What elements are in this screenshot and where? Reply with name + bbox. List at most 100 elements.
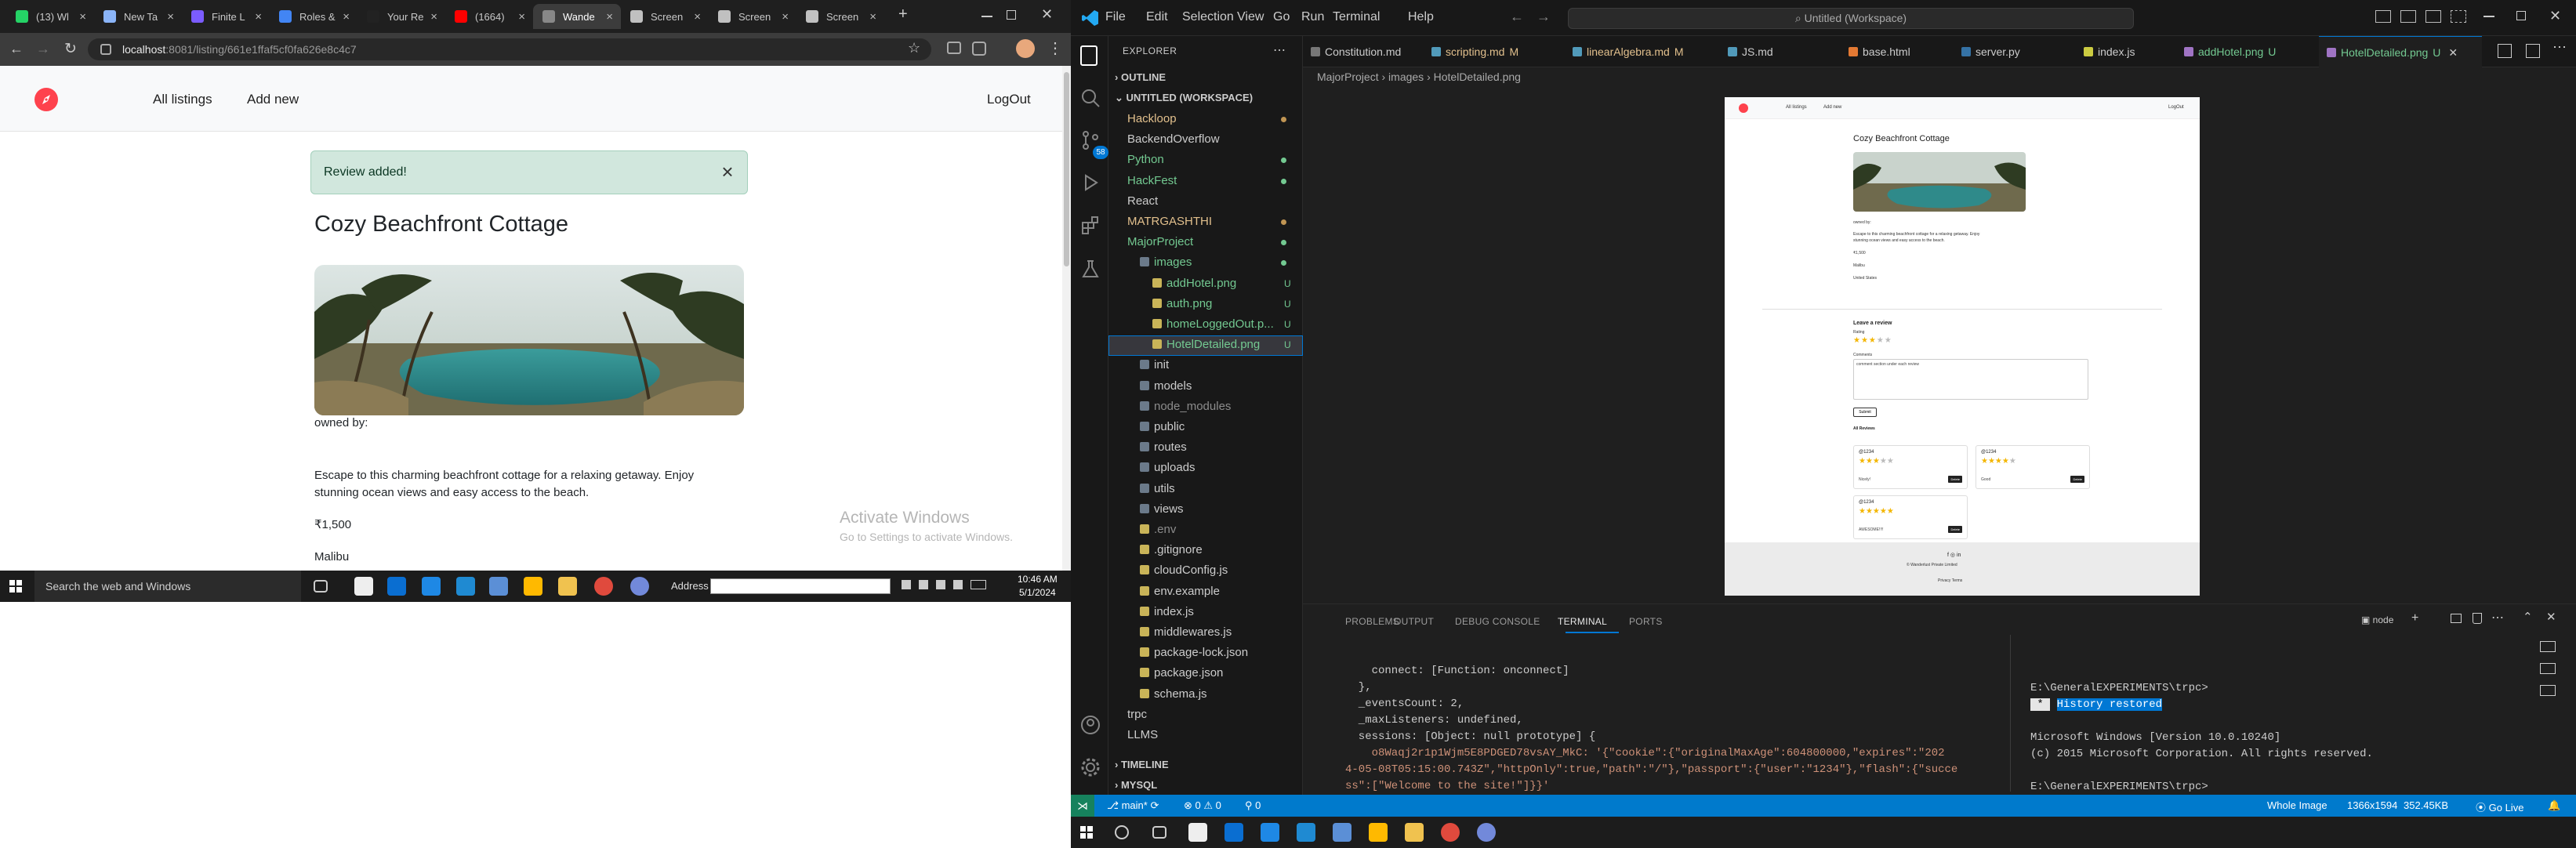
tree-item[interactable]: package.json xyxy=(1140,663,1301,683)
menu-run[interactable]: Run xyxy=(1301,10,1324,24)
tree-item[interactable]: Python xyxy=(1127,150,1301,170)
menu-selection[interactable]: Selection xyxy=(1182,10,1234,24)
tree-item[interactable]: index.js xyxy=(1140,602,1301,622)
app-taskbar-icon[interactable] xyxy=(524,577,542,596)
tree-item[interactable]: trpc xyxy=(1127,705,1301,725)
tree-item[interactable]: homeLoggedOut.p... U xyxy=(1152,314,1301,335)
windows-start-icon[interactable] xyxy=(1080,826,1093,839)
timeline-section[interactable]: › TIMELINE xyxy=(1115,759,1169,770)
close-tab-icon[interactable]: × xyxy=(167,10,174,24)
nav-all-listings[interactable]: All listings xyxy=(153,92,212,107)
vscode-taskbar-icon[interactable] xyxy=(1297,823,1315,842)
git-branch[interactable]: ⎇ main* ⟳ xyxy=(1107,799,1159,812)
terminal-instance-icon[interactable] xyxy=(2540,663,2556,674)
tree-item[interactable]: HotelDetailed.png U xyxy=(1152,335,1301,355)
file-explorer-icon[interactable] xyxy=(1405,823,1424,842)
volume-icon[interactable] xyxy=(919,580,928,589)
panel-more-icon[interactable]: ⋯ xyxy=(2491,610,2504,625)
chrome-taskbar-icon[interactable] xyxy=(1441,823,1460,842)
close-window-icon[interactable]: ✕ xyxy=(1041,6,1053,23)
run-debug-icon[interactable] xyxy=(1080,172,1101,193)
menu-kebab-icon[interactable]: ⋮ xyxy=(1047,38,1063,58)
workspace-section[interactable]: ⌄ UNTITLED (WORKSPACE) xyxy=(1115,92,1253,104)
tree-item[interactable]: init xyxy=(1140,355,1301,375)
tree-item[interactable]: HackFest xyxy=(1127,171,1301,191)
menu-view[interactable]: View xyxy=(1237,10,1264,24)
search-icon[interactable] xyxy=(1080,88,1101,108)
panel-tab-debug-console[interactable]: DEBUG CONSOLE xyxy=(1455,616,1540,627)
tree-item[interactable]: auth.png U xyxy=(1152,294,1301,314)
editor-tab[interactable]: JS.md xyxy=(1720,36,1836,67)
extensions-icon[interactable] xyxy=(972,42,986,56)
extensions-icon[interactable] xyxy=(1080,215,1101,235)
network-icon[interactable] xyxy=(902,580,911,589)
close-tab-icon[interactable]: × xyxy=(782,10,789,24)
page-scrollbar-thumb[interactable] xyxy=(1064,72,1069,266)
new-tab-icon[interactable]: + xyxy=(898,5,908,24)
tree-item[interactable]: LLMS xyxy=(1127,725,1301,745)
outlook-icon[interactable] xyxy=(387,577,406,596)
tree-item[interactable]: env.example xyxy=(1140,582,1301,602)
nav-logout[interactable]: LogOut xyxy=(987,92,1031,107)
profile-avatar[interactable] xyxy=(1016,39,1035,58)
tree-item[interactable]: addHotel.png U xyxy=(1152,274,1301,294)
close-alert-icon[interactable]: × xyxy=(717,161,738,183)
address-toolbar-input[interactable] xyxy=(710,578,891,594)
editor-tab[interactable]: Constitution.md xyxy=(1303,36,1419,67)
browser-tab[interactable]: New Ta × xyxy=(94,4,182,29)
problems-indicator[interactable]: ⊗ 0 ⚠ 0 xyxy=(1184,799,1221,812)
discord-taskbar-icon[interactable] xyxy=(630,577,649,596)
tree-item[interactable]: MATRGASHTHI xyxy=(1127,212,1301,232)
taskbar-clock[interactable]: 10:46 AM 5/1/2024 xyxy=(1018,573,1058,600)
tree-item[interactable]: .env xyxy=(1140,520,1301,540)
mysql-section[interactable]: › MYSQL xyxy=(1115,779,1157,791)
remote-indicator-icon[interactable]: ⋊ xyxy=(1071,795,1094,817)
close-tab-icon[interactable]: ✕ xyxy=(2448,46,2458,59)
tree-item[interactable]: routes xyxy=(1140,437,1301,458)
panel-tab-problems[interactable]: PROBLEMS xyxy=(1345,616,1399,627)
app-taskbar-icon[interactable] xyxy=(1369,823,1388,842)
editor-tab[interactable]: HotelDetailed.png U ✕ xyxy=(2319,36,2482,67)
back-icon[interactable]: ← xyxy=(9,41,24,57)
store-icon[interactable] xyxy=(354,577,373,596)
toggle-panel-icon[interactable] xyxy=(2400,10,2416,23)
tree-item[interactable]: MajorProject xyxy=(1127,232,1301,252)
breadcrumb-item[interactable]: images xyxy=(1388,71,1424,83)
tree-item[interactable]: views xyxy=(1140,499,1301,520)
panel-tab-terminal[interactable]: TERMINAL xyxy=(1558,616,1607,627)
task-view-icon[interactable] xyxy=(314,580,328,593)
command-center-search[interactable]: ⌕ Untitled (Workspace) xyxy=(1568,8,2134,29)
menu-help[interactable]: Help xyxy=(1408,10,1434,24)
breadcrumb-item[interactable]: HotelDetailed.png xyxy=(1434,71,1521,83)
editor-tab[interactable]: base.html xyxy=(1841,36,1949,67)
app-taskbar-icon[interactable] xyxy=(1333,823,1351,842)
vscode-taskbar-icon[interactable] xyxy=(456,577,475,596)
terminal-instance-icon[interactable] xyxy=(2540,641,2556,652)
close-panel-icon[interactable]: ✕ xyxy=(2546,610,2556,624)
tree-item[interactable]: utils xyxy=(1140,479,1301,499)
panel-tab-ports[interactable]: PORTS xyxy=(1629,616,1663,627)
calculator-icon[interactable] xyxy=(1261,823,1279,842)
editor-tab[interactable]: index.js xyxy=(2076,36,2171,67)
toggle-secondary-sidebar-icon[interactable] xyxy=(2425,10,2441,23)
go-live-button[interactable]: ⦿ Go Live xyxy=(2476,799,2523,814)
file-explorer-icon[interactable] xyxy=(558,577,577,596)
keyboard-icon[interactable] xyxy=(971,580,986,589)
browser-tab[interactable]: Finite L × xyxy=(182,4,270,29)
maximize-panel-icon[interactable]: ⌃ xyxy=(2523,610,2533,624)
app-taskbar-icon[interactable] xyxy=(489,577,508,596)
forward-icon[interactable]: → xyxy=(36,41,50,57)
menu-edit[interactable]: Edit xyxy=(1146,10,1168,24)
menu-go[interactable]: Go xyxy=(1273,10,1290,24)
browser-tab[interactable]: (13) Wl × xyxy=(6,4,94,29)
calculator-icon[interactable] xyxy=(422,577,441,596)
terminal-instance-icon[interactable] xyxy=(2540,685,2556,696)
ports-indicator[interactable]: ⚲ 0 xyxy=(1245,799,1261,812)
breadcrumb-item[interactable]: MajorProject xyxy=(1317,71,1379,83)
browser-tab[interactable]: Screen × xyxy=(796,4,884,29)
explorer-more-icon[interactable]: ⋯ xyxy=(1273,42,1286,58)
split-editor-icon[interactable] xyxy=(2526,44,2540,58)
close-tab-icon[interactable]: × xyxy=(869,10,876,24)
tree-item[interactable]: .gitignore xyxy=(1140,540,1301,560)
image-zoom-mode[interactable]: Whole Image xyxy=(2267,799,2327,811)
